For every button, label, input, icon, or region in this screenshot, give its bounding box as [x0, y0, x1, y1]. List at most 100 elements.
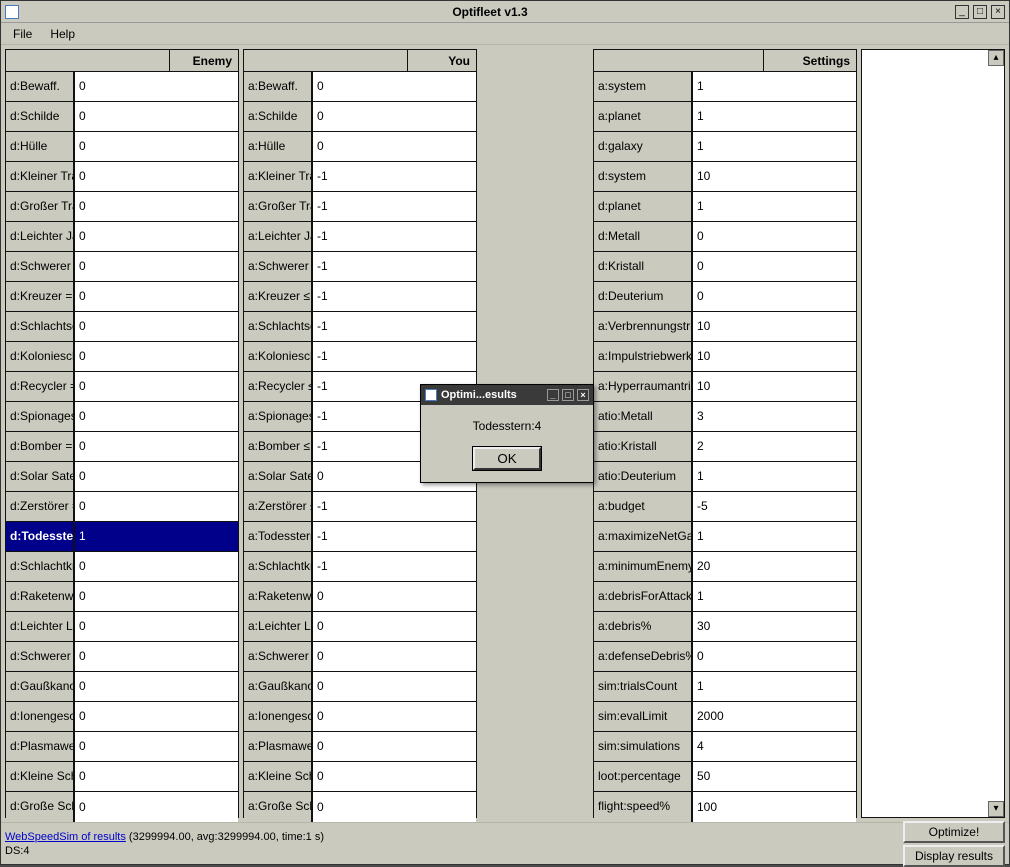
you-label[interactable]: a:Kolonieschiff ≤: [244, 342, 313, 371]
settings-row[interactable]: sim:simulations: [594, 732, 856, 762]
you-label[interactable]: a:Schwerer Jäger ≤: [244, 252, 313, 281]
enemy-row[interactable]: d:Spionagesonde =: [6, 402, 238, 432]
enemy-row[interactable]: d:Bomber =: [6, 432, 238, 462]
enemy-label[interactable]: d:Leichter Jäger =: [6, 222, 75, 251]
enemy-value-input[interactable]: [75, 732, 238, 761]
maximize-button[interactable]: □: [973, 5, 987, 19]
enemy-row[interactable]: d:Große Schildkuppel =: [6, 792, 238, 822]
you-row[interactable]: a:Schwerer Jäger ≤: [244, 252, 476, 282]
settings-row[interactable]: d:Metall: [594, 222, 856, 252]
you-row[interactable]: a:Schilde: [244, 102, 476, 132]
settings-row[interactable]: atio:Metall: [594, 402, 856, 432]
settings-value-input[interactable]: [693, 132, 856, 161]
dialog-maximize-button[interactable]: □: [562, 389, 574, 401]
enemy-label[interactable]: d:Kleiner Transporter =: [6, 162, 75, 191]
enemy-label[interactable]: d:Schlachtkreuzer =: [6, 552, 75, 581]
you-value-input[interactable]: [313, 582, 476, 611]
settings-row[interactable]: sim:trialsCount: [594, 672, 856, 702]
you-row[interactable]: a:Leichter Jäger ≤: [244, 222, 476, 252]
you-label[interactable]: a:Schwerer Laser ≤: [244, 642, 313, 671]
enemy-row[interactable]: d:Großer Transporter =: [6, 192, 238, 222]
enemy-value-input[interactable]: [75, 762, 238, 791]
enemy-label[interactable]: d:Kleine Schildkuppel =: [6, 762, 75, 791]
settings-value-input[interactable]: [693, 762, 856, 791]
enemy-label[interactable]: d:Spionagesonde =: [6, 402, 75, 431]
you-value-input[interactable]: [313, 312, 476, 341]
settings-label[interactable]: a:system: [594, 72, 693, 101]
settings-label[interactable]: d:Kristall: [594, 252, 693, 281]
settings-label[interactable]: a:Hyperraumantrieb: [594, 372, 693, 401]
enemy-label[interactable]: d:Bomber =: [6, 432, 75, 461]
you-row[interactable]: a:Gaußkanone ≤: [244, 672, 476, 702]
you-label[interactable]: a:Kreuzer ≤: [244, 282, 313, 311]
settings-row[interactable]: a:defenseDebris%: [594, 642, 856, 672]
enemy-label[interactable]: d:Großer Transporter =: [6, 192, 75, 221]
enemy-row[interactable]: d:Gaußkanone =: [6, 672, 238, 702]
settings-row[interactable]: a:Hyperraumantrieb: [594, 372, 856, 402]
you-label[interactable]: a:Bomber ≤: [244, 432, 313, 461]
you-value-input[interactable]: [313, 132, 476, 161]
enemy-value-input[interactable]: [75, 222, 238, 251]
you-row[interactable]: a:Ionengeschütz ≤: [244, 702, 476, 732]
you-value-input[interactable]: [313, 552, 476, 581]
settings-label[interactable]: a:debris%: [594, 612, 693, 641]
settings-label[interactable]: a:minimumEnemyLoss%: [594, 552, 693, 581]
enemy-row[interactable]: d:Solar Satellit =: [6, 462, 238, 492]
menu-help[interactable]: Help: [42, 25, 83, 43]
settings-value-input[interactable]: [693, 192, 856, 221]
settings-row[interactable]: d:system: [594, 162, 856, 192]
settings-row[interactable]: d:galaxy: [594, 132, 856, 162]
settings-row[interactable]: a:minimumEnemyLoss%: [594, 552, 856, 582]
enemy-value-input[interactable]: [75, 402, 238, 431]
minimize-button[interactable]: _: [955, 5, 969, 19]
enemy-label[interactable]: d:Schwerer Laser =: [6, 642, 75, 671]
you-value-input[interactable]: [313, 702, 476, 731]
you-row[interactable]: a:Große Schildkuppel ≤: [244, 792, 476, 822]
enemy-value-input[interactable]: [75, 252, 238, 281]
enemy-value-input[interactable]: [75, 792, 238, 822]
enemy-row[interactable]: d:Recycler =: [6, 372, 238, 402]
enemy-label[interactable]: d:Schlachtschiff =: [6, 312, 75, 341]
settings-row[interactable]: a:debrisForAttacker: [594, 582, 856, 612]
enemy-row[interactable]: d:Kleine Schildkuppel =: [6, 762, 238, 792]
you-label[interactable]: a:Gaußkanone ≤: [244, 672, 313, 701]
settings-label[interactable]: a:planet: [594, 102, 693, 131]
settings-label[interactable]: flight:speed%: [594, 792, 693, 822]
you-label[interactable]: a:Kleiner Transporter ≤: [244, 162, 313, 191]
settings-row[interactable]: atio:Kristall: [594, 432, 856, 462]
you-label[interactable]: a:Leichter Laser ≤: [244, 612, 313, 641]
settings-label[interactable]: d:system: [594, 162, 693, 191]
enemy-label[interactable]: d:Leichter Laser =: [6, 612, 75, 641]
you-value-input[interactable]: [313, 162, 476, 191]
enemy-value-input[interactable]: [75, 192, 238, 221]
enemy-value-input[interactable]: [75, 72, 238, 101]
enemy-label[interactable]: d:Zerstörer =: [6, 492, 75, 521]
you-label[interactable]: a:Solar Satellit ≤: [244, 462, 313, 491]
settings-label[interactable]: sim:trialsCount: [594, 672, 693, 701]
enemy-label[interactable]: d:Große Schildkuppel =: [6, 792, 75, 822]
enemy-row[interactable]: d:Schlachtschiff =: [6, 312, 238, 342]
you-value-input[interactable]: [313, 192, 476, 221]
enemy-row[interactable]: d:Leichter Laser =: [6, 612, 238, 642]
settings-value-input[interactable]: [693, 462, 856, 491]
enemy-value-input[interactable]: [75, 702, 238, 731]
you-row[interactable]: a:Zerstörer ≤: [244, 492, 476, 522]
enemy-row[interactable]: d:Kolonieschiff =: [6, 342, 238, 372]
settings-row[interactable]: a:system: [594, 72, 856, 102]
enemy-value-input[interactable]: [75, 522, 238, 551]
settings-row[interactable]: flight:speed%: [594, 792, 856, 822]
settings-label[interactable]: d:planet: [594, 192, 693, 221]
settings-row[interactable]: a:planet: [594, 102, 856, 132]
settings-value-input[interactable]: [693, 282, 856, 311]
you-label[interactable]: a:Bewaff.: [244, 72, 313, 101]
settings-value-input[interactable]: [693, 582, 856, 611]
settings-label[interactable]: atio:Deuterium: [594, 462, 693, 491]
enemy-row[interactable]: d:Raketenwerfer =: [6, 582, 238, 612]
you-label[interactable]: a:Zerstörer ≤: [244, 492, 313, 521]
scroll-up-icon[interactable]: ▴: [988, 50, 1004, 66]
you-row[interactable]: a:Kreuzer ≤: [244, 282, 476, 312]
you-value-input[interactable]: [313, 642, 476, 671]
enemy-value-input[interactable]: [75, 552, 238, 581]
you-row[interactable]: a:Kolonieschiff ≤: [244, 342, 476, 372]
you-row[interactable]: a:Schlachtkreuzer ≤: [244, 552, 476, 582]
